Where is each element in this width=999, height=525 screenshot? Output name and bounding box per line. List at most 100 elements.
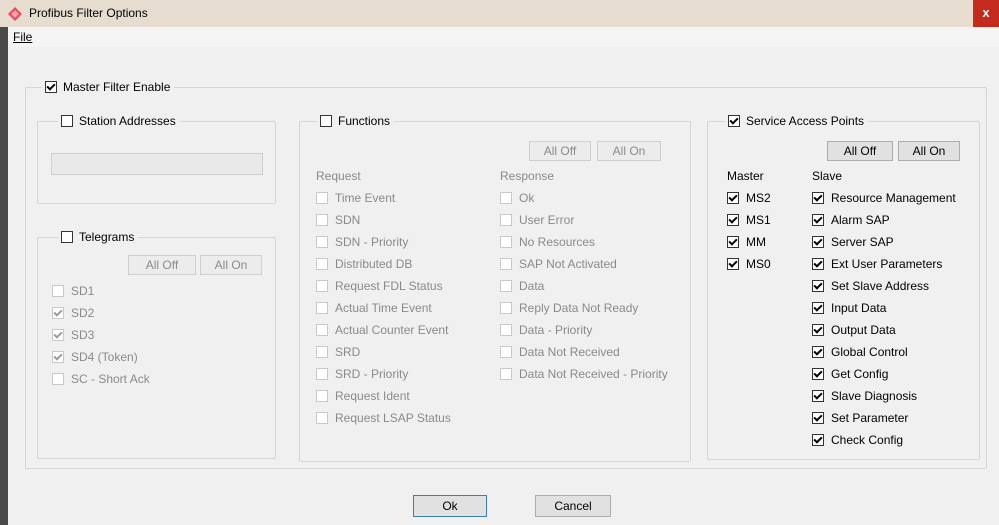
telegram-item-checkbox[interactable] [52,307,64,319]
master-item-checkbox[interactable] [727,192,739,204]
request-item-checkbox[interactable] [316,236,328,248]
telegram-item[interactable]: SD2 [52,306,94,320]
response-item[interactable]: No Resources [500,235,595,249]
request-item-checkbox[interactable] [316,258,328,270]
request-item[interactable]: Distributed DB [316,257,412,271]
telegram-item-checkbox[interactable] [52,373,64,385]
slave-item-checkbox[interactable] [812,214,824,226]
telegram-item[interactable]: SD4 (Token) [52,350,138,364]
slave-item-checkbox[interactable] [812,412,824,424]
station-addresses-input[interactable] [51,153,263,175]
request-item[interactable]: SRD - Priority [316,367,408,381]
response-item[interactable]: SAP Not Activated [500,257,617,271]
master-item-checkbox[interactable] [727,214,739,226]
master-filter-checkbox[interactable] [45,81,57,93]
functions-all-on-button[interactable]: All On [597,141,661,161]
functions-checkbox[interactable] [320,115,332,127]
telegram-item-checkbox[interactable] [52,329,64,341]
request-item-checkbox[interactable] [316,192,328,204]
telegram-item[interactable]: SD3 [52,328,94,342]
master-item-checkbox[interactable] [727,258,739,270]
menu-file[interactable]: File [13,30,32,44]
response-item-checkbox[interactable] [500,192,512,204]
close-button[interactable]: x [973,0,999,27]
telegrams-all-on-button[interactable]: All On [200,255,262,275]
slave-item-checkbox[interactable] [812,324,824,336]
request-item[interactable]: Time Event [316,191,395,205]
slave-item[interactable]: Output Data [812,323,896,337]
response-item-checkbox[interactable] [500,214,512,226]
request-item-checkbox[interactable] [316,280,328,292]
response-item-checkbox[interactable] [500,258,512,270]
request-item[interactable]: Request FDL Status [316,279,443,293]
telegram-item[interactable]: SD1 [52,284,94,298]
slave-item[interactable]: Alarm SAP [812,213,890,227]
request-item-checkbox[interactable] [316,302,328,314]
telegrams-legend: Telegrams [58,230,139,244]
response-item[interactable]: Reply Data Not Ready [500,301,638,315]
response-item[interactable]: Ok [500,191,534,205]
slave-item-checkbox[interactable] [812,258,824,270]
request-item-checkbox[interactable] [316,346,328,358]
response-item[interactable]: Data Not Received [500,345,620,359]
master-item[interactable]: MS1 [727,213,771,227]
sap-all-off-button[interactable]: All Off [827,141,893,161]
sap-all-on-button[interactable]: All On [898,141,960,161]
telegrams-checkbox[interactable] [61,231,73,243]
response-item-checkbox[interactable] [500,324,512,336]
request-item[interactable]: SRD [316,345,360,359]
request-item[interactable]: SDN - Priority [316,235,408,249]
request-item-checkbox[interactable] [316,214,328,226]
request-item[interactable]: Request LSAP Status [316,411,451,425]
slave-item-checkbox[interactable] [812,390,824,402]
request-item-checkbox[interactable] [316,390,328,402]
response-item[interactable]: User Error [500,213,574,227]
slave-item-checkbox[interactable] [812,280,824,292]
slave-item[interactable]: Set Slave Address [812,279,929,293]
sap-checkbox[interactable] [728,115,740,127]
response-item-checkbox[interactable] [500,236,512,248]
master-item[interactable]: MS2 [727,191,771,205]
response-item-checkbox[interactable] [500,346,512,358]
response-item[interactable]: Data - Priority [500,323,592,337]
telegram-item[interactable]: SC - Short Ack [52,372,150,386]
slave-item-checkbox[interactable] [812,192,824,204]
request-item[interactable]: Actual Time Event [316,301,432,315]
master-item[interactable]: MM [727,235,766,249]
slave-item[interactable]: Set Parameter [812,411,908,425]
response-item[interactable]: Data [500,279,544,293]
telegram-item-checkbox[interactable] [52,351,64,363]
request-item[interactable]: Actual Counter Event [316,323,448,337]
slave-item[interactable]: Resource Management [812,191,956,205]
master-item-checkbox[interactable] [727,236,739,248]
slave-item[interactable]: Ext User Parameters [812,257,942,271]
ok-button[interactable]: Ok [413,495,487,517]
slave-item-checkbox[interactable] [812,302,824,314]
master-item[interactable]: MS0 [727,257,771,271]
slave-item-checkbox[interactable] [812,434,824,446]
functions-all-off-button[interactable]: All Off [529,141,591,161]
response-item[interactable]: Data Not Received - Priority [500,367,668,381]
slave-item[interactable]: Global Control [812,345,908,359]
telegram-item-checkbox[interactable] [52,285,64,297]
request-item-checkbox[interactable] [316,324,328,336]
request-item[interactable]: SDN [316,213,360,227]
response-item-label: Reply Data Not Ready [519,301,639,315]
request-item[interactable]: Request Ident [316,389,410,403]
request-item-checkbox[interactable] [316,368,328,380]
response-item-checkbox[interactable] [500,280,512,292]
slave-item-checkbox[interactable] [812,346,824,358]
slave-item[interactable]: Input Data [812,301,886,315]
slave-item[interactable]: Get Config [812,367,888,381]
slave-item[interactable]: Server SAP [812,235,894,249]
cancel-button[interactable]: Cancel [535,495,611,517]
slave-item-checkbox[interactable] [812,236,824,248]
telegrams-all-off-button[interactable]: All Off [128,255,196,275]
response-item-checkbox[interactable] [500,302,512,314]
slave-item[interactable]: Slave Diagnosis [812,389,917,403]
slave-item-checkbox[interactable] [812,368,824,380]
slave-item[interactable]: Check Config [812,433,903,447]
request-item-checkbox[interactable] [316,412,328,424]
response-item-checkbox[interactable] [500,368,512,380]
station-addresses-checkbox[interactable] [61,115,73,127]
